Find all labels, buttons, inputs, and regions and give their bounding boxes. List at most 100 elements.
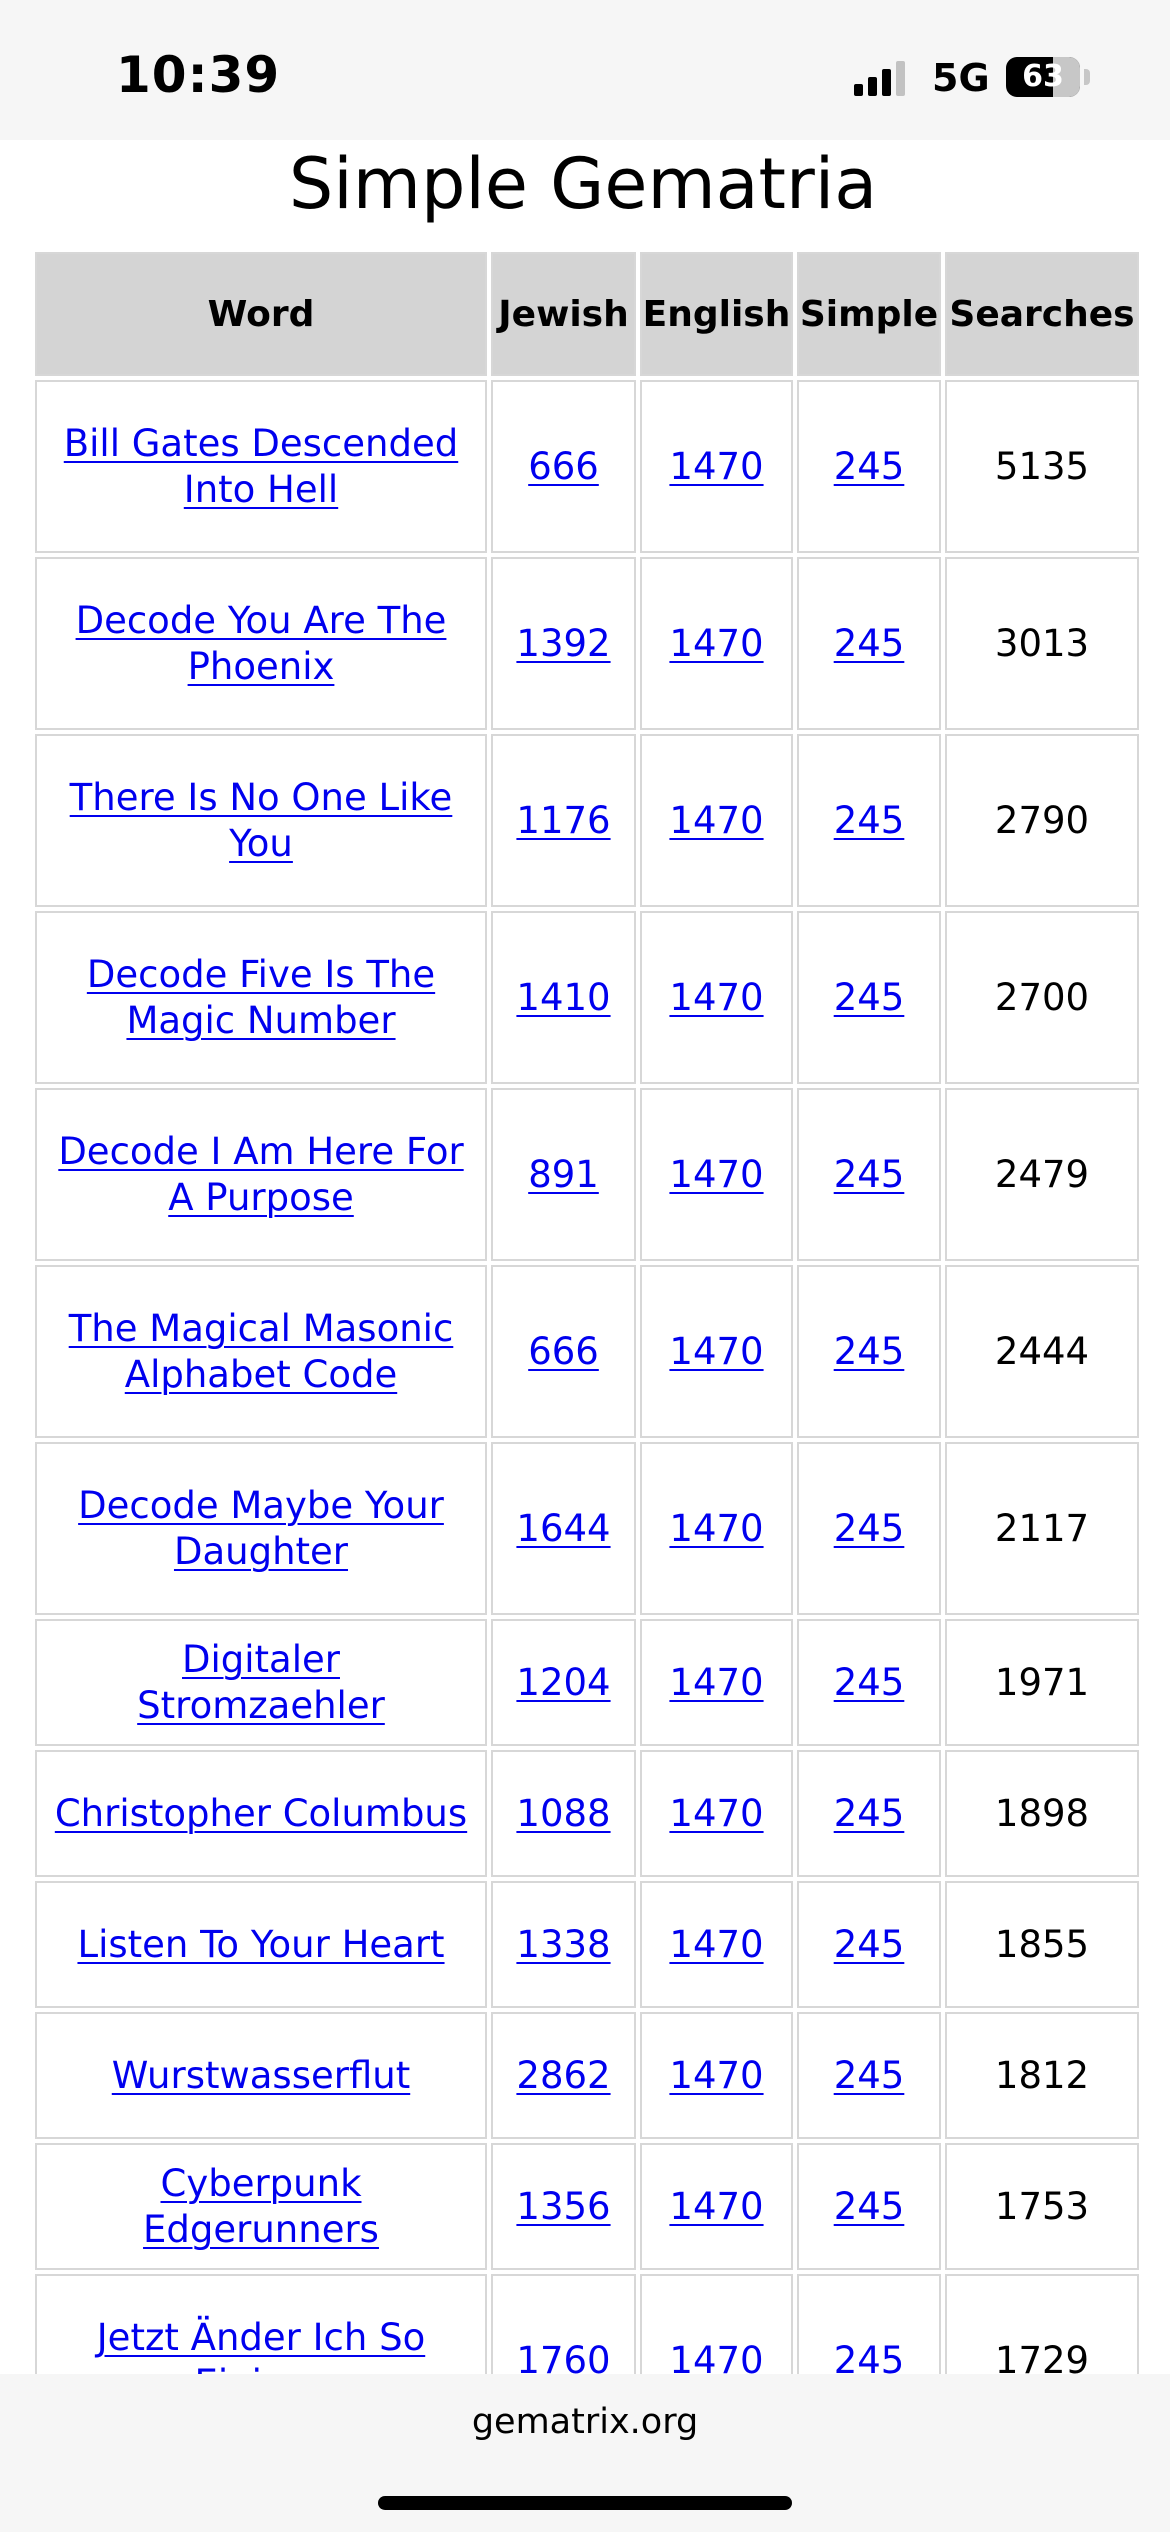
searches-count: 2117: [945, 1442, 1139, 1615]
english-cell: 1470: [640, 734, 793, 907]
header-searches: Searches: [945, 252, 1139, 376]
table-row: Christopher Columbus 1088 1470 245 1898: [35, 1750, 1139, 1877]
jewish-cell: 2862: [491, 2012, 636, 2139]
browser-bottom-bar: gematrix.org: [0, 2374, 1170, 2532]
word-link[interactable]: Cyberpunk Edgerunners: [143, 2162, 379, 2251]
word-link[interactable]: Bill Gates Descended Into Hell: [64, 422, 458, 511]
searches-count: 3013: [945, 557, 1139, 730]
english-value-link[interactable]: 1470: [669, 976, 763, 1019]
english-cell: 1470: [640, 1088, 793, 1261]
english-cell: 1470: [640, 557, 793, 730]
jewish-value-link[interactable]: 1392: [516, 622, 610, 665]
english-cell: 1470: [640, 911, 793, 1084]
english-value-link[interactable]: 1470: [669, 1507, 763, 1550]
english-cell: 1470: [640, 1750, 793, 1877]
english-value-link[interactable]: 1470: [669, 1153, 763, 1196]
jewish-value-link[interactable]: 1204: [516, 1661, 610, 1704]
english-value-link[interactable]: 1470: [669, 445, 763, 488]
word-link[interactable]: Decode Maybe Your Daughter: [78, 1484, 444, 1573]
word-link[interactable]: Digitaler Stromzaehler: [137, 1638, 385, 1727]
jewish-cell: 891: [491, 1088, 636, 1261]
english-cell: 1470: [640, 1442, 793, 1615]
simple-value-link[interactable]: 245: [834, 2054, 905, 2097]
jewish-value-link[interactable]: 1644: [516, 1507, 610, 1550]
simple-cell: 245: [797, 734, 941, 907]
simple-value-link[interactable]: 245: [834, 799, 905, 842]
word-cell: The Magical Masonic Alphabet Code: [35, 1265, 487, 1438]
table-row: Cyberpunk Edgerunners 1356 1470 245 1753: [35, 2143, 1139, 2270]
english-value-link[interactable]: 1470: [669, 799, 763, 842]
results-table: Word Jewish English Simple Searches Bill…: [31, 248, 1143, 2451]
cellular-signal-icon: [854, 61, 905, 96]
results-table-container: Word Jewish English Simple Searches Bill…: [31, 248, 1139, 2451]
jewish-cell: 1644: [491, 1442, 636, 1615]
word-cell: Decode Five Is The Magic Number: [35, 911, 487, 1084]
simple-value-link[interactable]: 245: [834, 2185, 905, 2228]
english-value-link[interactable]: 1470: [669, 1661, 763, 1704]
searches-count: 2479: [945, 1088, 1139, 1261]
word-link[interactable]: The Magical Masonic Alphabet Code: [69, 1307, 454, 1396]
jewish-value-link[interactable]: 1338: [516, 1923, 610, 1966]
simple-cell: 245: [797, 380, 941, 553]
english-value-link[interactable]: 1470: [669, 2054, 763, 2097]
battery-icon: 63: [1006, 57, 1080, 97]
status-bar: 10:39 5G 63: [0, 0, 1170, 140]
table-row: Wurstwasserflut 2862 1470 245 1812: [35, 2012, 1139, 2139]
word-link[interactable]: Christopher Columbus: [55, 1792, 467, 1835]
word-link[interactable]: Decode I Am Here For A Purpose: [58, 1130, 463, 1219]
word-link[interactable]: Decode Five Is The Magic Number: [87, 953, 435, 1042]
simple-cell: 245: [797, 1442, 941, 1615]
header-jewish: Jewish: [491, 252, 636, 376]
word-cell: Decode I Am Here For A Purpose: [35, 1088, 487, 1261]
searches-count: 1855: [945, 1881, 1139, 2008]
english-cell: 1470: [640, 1265, 793, 1438]
simple-value-link[interactable]: 245: [834, 445, 905, 488]
english-value-link[interactable]: 1470: [669, 622, 763, 665]
jewish-value-link[interactable]: 1176: [516, 799, 610, 842]
jewish-value-link[interactable]: 1088: [516, 1792, 610, 1835]
searches-count: 5135: [945, 380, 1139, 553]
searches-count: 2444: [945, 1265, 1139, 1438]
simple-value-link[interactable]: 245: [834, 1507, 905, 1550]
jewish-value-link[interactable]: 1410: [516, 976, 610, 1019]
word-link[interactable]: Decode You Are The Phoenix: [76, 599, 447, 688]
table-header-row: Word Jewish English Simple Searches: [35, 252, 1139, 376]
english-value-link[interactable]: 1470: [669, 1923, 763, 1966]
word-cell: Digitaler Stromzaehler: [35, 1619, 487, 1746]
jewish-value-link[interactable]: 1356: [516, 2185, 610, 2228]
simple-value-link[interactable]: 245: [834, 1153, 905, 1196]
simple-value-link[interactable]: 245: [834, 976, 905, 1019]
english-value-link[interactable]: 1470: [669, 2185, 763, 2228]
word-cell: Cyberpunk Edgerunners: [35, 2143, 487, 2270]
word-cell: Bill Gates Descended Into Hell: [35, 380, 487, 553]
jewish-cell: 666: [491, 1265, 636, 1438]
home-indicator[interactable]: [378, 2496, 792, 2510]
address-bar-url[interactable]: gematrix.org: [0, 2402, 1170, 2442]
word-link[interactable]: There Is No One Like You: [70, 776, 453, 865]
simple-value-link[interactable]: 245: [834, 1792, 905, 1835]
page-heading: Simple Gematria: [288, 143, 878, 225]
simple-value-link[interactable]: 245: [834, 1923, 905, 1966]
table-row: Decode Five Is The Magic Number 1410 147…: [35, 911, 1139, 1084]
jewish-value-link[interactable]: 891: [528, 1153, 599, 1196]
jewish-value-link[interactable]: 2862: [516, 2054, 610, 2097]
searches-count: 1753: [945, 2143, 1139, 2270]
header-word: Word: [35, 252, 487, 376]
jewish-cell: 1176: [491, 734, 636, 907]
english-cell: 1470: [640, 2012, 793, 2139]
word-link[interactable]: Listen To Your Heart: [77, 1923, 444, 1966]
jewish-cell: 666: [491, 380, 636, 553]
searches-count: 2700: [945, 911, 1139, 1084]
jewish-cell: 1338: [491, 1881, 636, 2008]
table-row: Bill Gates Descended Into Hell 666 1470 …: [35, 380, 1139, 553]
simple-value-link[interactable]: 245: [834, 1330, 905, 1373]
simple-value-link[interactable]: 245: [834, 622, 905, 665]
jewish-value-link[interactable]: 666: [528, 445, 599, 488]
table-row: The Magical Masonic Alphabet Code 666 14…: [35, 1265, 1139, 1438]
jewish-value-link[interactable]: 666: [528, 1330, 599, 1373]
word-link[interactable]: Wurstwasserflut: [112, 2054, 410, 2097]
simple-value-link[interactable]: 245: [834, 1661, 905, 1704]
english-value-link[interactable]: 1470: [669, 1792, 763, 1835]
simple-cell: 245: [797, 2143, 941, 2270]
english-value-link[interactable]: 1470: [669, 1330, 763, 1373]
